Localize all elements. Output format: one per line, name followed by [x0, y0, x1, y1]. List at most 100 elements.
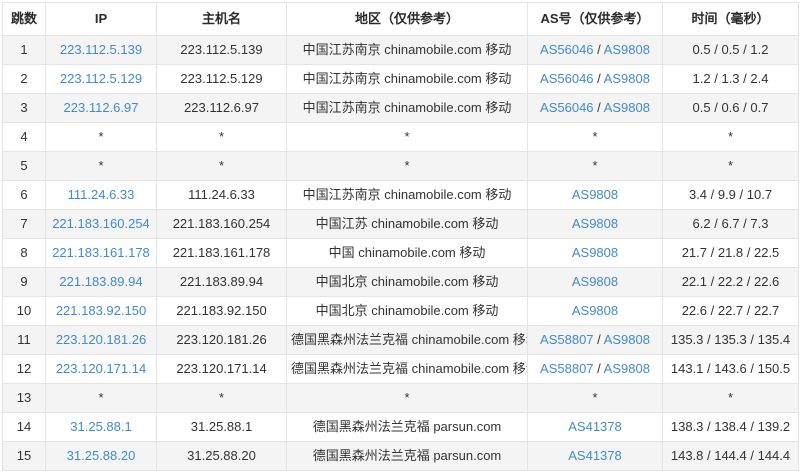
region-cell: 中国 chinamobile.com 移动 [287, 239, 528, 268]
ip-link[interactable]: 223.112.5.129 [60, 71, 142, 86]
asn-cell: AS9808 [528, 181, 663, 210]
region-cell: 德国黑森州法兰克福 chinamobile.com 移动 [287, 355, 528, 384]
ip-cell: 223.120.171.14 [46, 355, 157, 384]
asn-link[interactable]: AS9808 [604, 361, 650, 376]
ip-link[interactable]: 223.120.181.26 [56, 332, 146, 347]
ip-link[interactable]: 221.183.89.94 [59, 274, 142, 289]
time-cell: * [663, 152, 799, 181]
time-cell: 135.3 / 135.3 / 135.4 [663, 326, 799, 355]
asn-cell: AS9808 [528, 268, 663, 297]
hostname-cell: 223.120.181.26 [157, 326, 287, 355]
hop-cell: 12 [3, 355, 46, 384]
table-row: 10221.183.92.150221.183.92.150中国北京 china… [3, 297, 799, 326]
time-cell: 21.7 / 21.8 / 22.5 [663, 239, 799, 268]
ip-link[interactable]: 223.112.6.97 [64, 100, 139, 115]
col-header-ip: IP [46, 3, 157, 36]
time-cell: 1.2 / 1.3 / 2.4 [663, 65, 799, 94]
ip-link[interactable]: 31.25.88.1 [70, 419, 131, 434]
time-cell: 138.3 / 138.4 / 139.2 [663, 413, 799, 442]
asn-link[interactable]: AS9808 [604, 100, 650, 115]
time-cell: 22.1 / 22.2 / 22.6 [663, 268, 799, 297]
hostname-cell: 221.183.161.178 [157, 239, 287, 268]
asn-link[interactable]: AS9808 [572, 274, 618, 289]
hop-cell: 13 [3, 384, 46, 413]
asn-cell: AS41378 [528, 442, 663, 471]
hostname-cell: 111.24.6.33 [157, 181, 287, 210]
table-row: 12223.120.171.14223.120.171.14德国黑森州法兰克福 … [3, 355, 799, 384]
ip-link[interactable]: 111.24.6.33 [68, 187, 135, 202]
hop-cell: 2 [3, 65, 46, 94]
ip-cell: 111.24.6.33 [46, 181, 157, 210]
hop-cell: 4 [3, 123, 46, 152]
asn-link[interactable]: AS9808 [604, 42, 650, 57]
hop-cell: 11 [3, 326, 46, 355]
hostname-cell: 223.112.5.129 [157, 65, 287, 94]
table-header-row: 跳数 IP 主机名 地区（仅供参考） AS号（仅供参考） 时间（毫秒） [3, 3, 799, 36]
asn-link[interactable]: AS56046 [540, 42, 594, 57]
hostname-cell: 221.183.89.94 [157, 268, 287, 297]
table-row: 6111.24.6.33111.24.6.33中国江苏南京 chinamobil… [3, 181, 799, 210]
asn-link[interactable]: AS9808 [572, 303, 618, 318]
hostname-cell: * [157, 152, 287, 181]
ip-link[interactable]: 31.25.88.20 [67, 448, 136, 463]
table-body: 1223.112.5.139223.112.5.139中国江苏南京 chinam… [3, 36, 799, 471]
ip-cell: 223.112.5.129 [46, 65, 157, 94]
hostname-cell: 223.112.6.97 [157, 94, 287, 123]
ip-link[interactable]: 221.183.160.254 [52, 216, 150, 231]
asn-cell: * [528, 123, 663, 152]
col-header-time: 时间（毫秒） [663, 3, 799, 36]
ip-cell: 221.183.161.178 [46, 239, 157, 268]
asn-link[interactable]: AS41378 [568, 419, 622, 434]
time-cell: 143.1 / 143.6 / 150.5 [663, 355, 799, 384]
asn-cell: AS9808 [528, 239, 663, 268]
region-cell: 中国北京 chinamobile.com 移动 [287, 297, 528, 326]
ip-cell: 221.183.92.150 [46, 297, 157, 326]
asn-link[interactable]: AS9808 [604, 71, 650, 86]
asn-link[interactable]: AS41378 [568, 448, 622, 463]
ip-cell: 223.112.5.139 [46, 36, 157, 65]
hop-cell: 7 [3, 210, 46, 239]
ip-link[interactable]: 221.183.161.178 [52, 245, 150, 260]
asn-link[interactable]: AS58807 [540, 332, 594, 347]
hostname-cell: * [157, 384, 287, 413]
asn-link[interactable]: AS9808 [604, 332, 650, 347]
ip-cell: 31.25.88.1 [46, 413, 157, 442]
col-header-host: 主机名 [157, 3, 287, 36]
table-row: 5***** [3, 152, 799, 181]
asn-cell: AS9808 [528, 210, 663, 239]
asn-cell: AS56046 / AS9808 [528, 94, 663, 123]
region-cell: 中国江苏 chinamobile.com 移动 [287, 210, 528, 239]
time-cell: 0.5 / 0.5 / 1.2 [663, 36, 799, 65]
ip-link[interactable]: 223.120.171.14 [56, 361, 146, 376]
asn-cell: AS58807 / AS9808 [528, 326, 663, 355]
hostname-cell: 223.120.171.14 [157, 355, 287, 384]
asn-link[interactable]: AS9808 [572, 216, 618, 231]
asn-cell: AS9808 [528, 297, 663, 326]
ip-link[interactable]: 221.183.92.150 [56, 303, 146, 318]
ip-cell: * [46, 123, 157, 152]
region-cell: * [287, 152, 528, 181]
region-cell: 德国黑森州法兰克福 parsun.com [287, 442, 528, 471]
hop-cell: 15 [3, 442, 46, 471]
asn-cell: * [528, 384, 663, 413]
ip-cell: * [46, 384, 157, 413]
time-cell: 22.6 / 22.7 / 22.7 [663, 297, 799, 326]
table-row: 4***** [3, 123, 799, 152]
ip-cell: 31.25.88.20 [46, 442, 157, 471]
region-cell: * [287, 384, 528, 413]
asn-link[interactable]: AS9808 [572, 187, 618, 202]
ip-link[interactable]: 223.112.5.139 [60, 42, 142, 57]
hop-cell: 8 [3, 239, 46, 268]
table-row: 2223.112.5.129223.112.5.129中国江苏南京 chinam… [3, 65, 799, 94]
hostname-cell: 31.25.88.20 [157, 442, 287, 471]
asn-link[interactable]: AS56046 [540, 100, 594, 115]
asn-link[interactable]: AS9808 [572, 245, 618, 260]
table-row: 1431.25.88.131.25.88.1德国黑森州法兰克福 parsun.c… [3, 413, 799, 442]
asn-link[interactable]: AS58807 [540, 361, 594, 376]
table-row: 11223.120.181.26223.120.181.26德国黑森州法兰克福 … [3, 326, 799, 355]
region-cell: 中国江苏南京 chinamobile.com 移动 [287, 181, 528, 210]
time-cell: * [663, 123, 799, 152]
ip-cell: 221.183.89.94 [46, 268, 157, 297]
table-row: 1531.25.88.2031.25.88.20德国黑森州法兰克福 parsun… [3, 442, 799, 471]
asn-link[interactable]: AS56046 [540, 71, 594, 86]
